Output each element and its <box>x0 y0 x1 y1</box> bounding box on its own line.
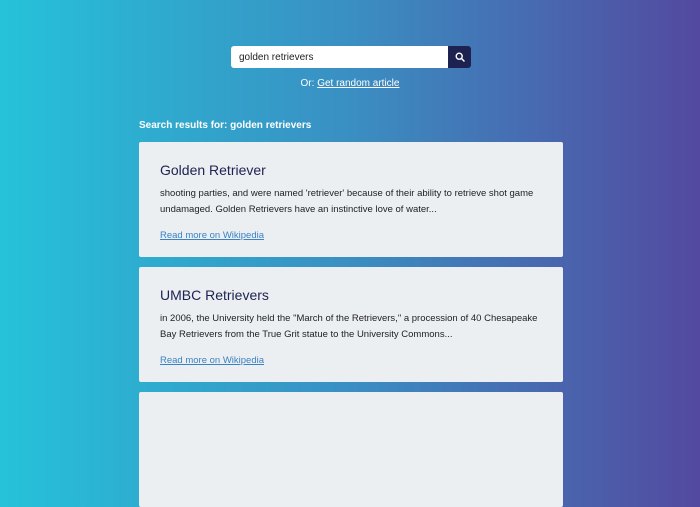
result-title: Golden Retriever <box>160 162 266 178</box>
result-card: UMBC Retrievers in 2006, the University … <box>139 267 563 382</box>
result-snippet: in 2006, the University held the "March … <box>160 313 538 340</box>
read-more-link[interactable]: Read more on Wikipedia <box>160 355 264 366</box>
random-prefix: Or: <box>300 78 318 89</box>
search-icon <box>454 52 465 62</box>
random-article-line: Or: Get random article <box>0 78 700 89</box>
search-button[interactable] <box>448 46 471 68</box>
result-snippet: shooting parties, and were named 'retrie… <box>160 188 534 215</box>
result-card: Golden Retriever shooting parties, and w… <box>139 142 563 257</box>
search-bar <box>231 46 471 68</box>
result-card-partial <box>139 392 563 507</box>
results-heading: Search results for: golden retrievers <box>139 120 312 131</box>
search-input[interactable] <box>231 46 448 68</box>
read-more-link[interactable]: Read more on Wikipedia <box>160 230 264 241</box>
result-title: UMBC Retrievers <box>160 287 269 303</box>
random-article-link[interactable]: Get random article <box>317 78 399 89</box>
